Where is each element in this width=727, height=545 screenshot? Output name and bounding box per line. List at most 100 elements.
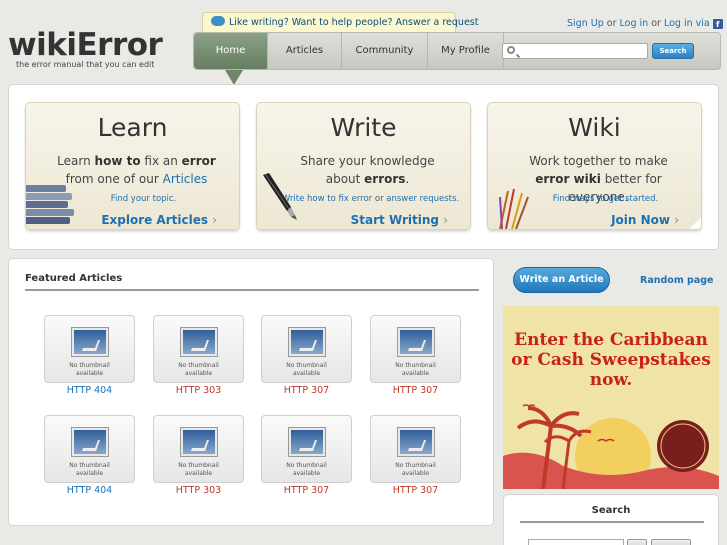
wiki-desc-bold: error wiki: [535, 172, 601, 186]
facebook-icon[interactable]: f: [712, 19, 723, 29]
start-writing-label[interactable]: Start Writing: [351, 213, 439, 227]
find-topic-link[interactable]: Find your topic.: [56, 194, 231, 204]
chevron-right-icon: ›: [674, 213, 679, 227]
join-now-link[interactable]: Join Now ›: [611, 213, 679, 227]
join-now-label[interactable]: Join Now: [611, 213, 670, 227]
divider: [520, 521, 704, 523]
articles-link[interactable]: Articles: [163, 172, 208, 186]
caption-line: No thumbnail: [178, 462, 219, 469]
ways-to-start-link[interactable]: Find ways to get started.: [518, 194, 693, 204]
learn-desc-bold: how to: [94, 154, 141, 168]
wiki-card[interactable]: Wiki Work together to make error wiki be…: [487, 102, 702, 230]
image-placeholder-icon: [181, 328, 217, 356]
fountain-pen-icon: [263, 173, 297, 220]
no-thumbnail-caption: No thumbnail available: [154, 462, 243, 478]
paint-brushes-icon: [499, 189, 529, 229]
tab-my-profile[interactable]: My Profile: [428, 33, 504, 69]
image-placeholder-icon: [72, 428, 108, 456]
write-card[interactable]: Write Share your knowledge about errors.…: [256, 102, 471, 230]
article-link[interactable]: HTTP 307: [370, 485, 461, 496]
write-desc-bold: errors: [364, 172, 406, 186]
no-thumbnail-caption: No thumbnail available: [262, 362, 351, 378]
article-thumbnail[interactable]: No thumbnail available: [153, 315, 244, 383]
explore-articles-link[interactable]: Explore Articles ›: [101, 213, 217, 227]
featured-articles-panel: Featured Articles No thumbnail available H…: [8, 258, 494, 526]
caption-line: No thumbnail: [178, 362, 219, 369]
image-placeholder-icon: [181, 428, 217, 456]
random-page-link[interactable]: Random page: [640, 275, 713, 286]
no-thumbnail-caption: No thumbnail available: [45, 362, 134, 378]
article-link[interactable]: HTTP 303: [153, 385, 244, 396]
article-link[interactable]: HTTP 307: [261, 385, 352, 396]
article-thumbnail[interactable]: No thumbnail available: [370, 315, 461, 383]
learn-desc-text: Learn: [57, 154, 91, 168]
user-links: Sign Up or Log in or Log in via f: [567, 18, 723, 29]
featured-articles-title: Featured Articles: [25, 273, 123, 284]
caption-line: available: [184, 470, 213, 477]
search-input[interactable]: [502, 43, 648, 59]
chevron-right-icon: ›: [443, 213, 448, 227]
chevron-right-icon: ›: [212, 213, 217, 227]
write-article-button[interactable]: Write an Article: [513, 267, 610, 293]
caption-line: available: [184, 370, 213, 377]
books-icon: [26, 185, 78, 229]
learn-card[interactable]: Learn Learn how to fix an error from one…: [25, 102, 240, 230]
learn-title: Learn: [97, 113, 168, 142]
article-link[interactable]: HTTP 303: [153, 485, 244, 496]
article-thumbnail[interactable]: No thumbnail available: [370, 415, 461, 483]
caption-line: available: [401, 370, 430, 377]
sidebar-go-button[interactable]: [627, 539, 647, 545]
image-placeholder-icon: [289, 328, 325, 356]
signup-link[interactable]: Sign Up: [567, 18, 604, 29]
article-thumbnail[interactable]: No thumbnail available: [261, 315, 352, 383]
sidebar-search-input[interactable]: [528, 539, 624, 545]
write-description: Share your knowledge about errors.: [275, 152, 460, 188]
site-logo[interactable]: wikiError: [8, 28, 163, 62]
tropical-scene-icon: [503, 404, 719, 489]
caption-line: No thumbnail: [395, 362, 436, 369]
article-thumbnail[interactable]: No thumbnail available: [44, 415, 135, 483]
caption-line: No thumbnail: [69, 362, 110, 369]
answer-requests-link[interactable]: answer requests.: [386, 194, 459, 204]
start-writing-link[interactable]: Start Writing ›: [351, 213, 448, 227]
caption-line: No thumbnail: [286, 462, 327, 469]
article-link[interactable]: HTTP 307: [261, 485, 352, 496]
image-placeholder-icon: [398, 328, 434, 356]
ad-headline[interactable]: Enter the Caribbean or Cash Sweepstakes …: [503, 330, 719, 390]
sidebar-search-panel: Search: [503, 494, 719, 545]
promo-text[interactable]: Like writing? Want to help people? Answe…: [229, 17, 478, 28]
page-curl: [689, 217, 701, 229]
wiki-desc-text: Work together to make: [529, 154, 668, 168]
nav-pointer-arrow: [225, 70, 243, 85]
image-placeholder-icon: [398, 428, 434, 456]
article-thumbnail[interactable]: No thumbnail available: [153, 415, 244, 483]
chat-bubble-icon: [211, 16, 225, 26]
article-thumbnail[interactable]: No thumbnail available: [44, 315, 135, 383]
sidebar-search-button[interactable]: [651, 539, 691, 545]
promo-banner[interactable]: Like writing? Want to help people? Answe…: [202, 12, 478, 32]
article-link[interactable]: HTTP 404: [44, 485, 135, 496]
explore-articles-label[interactable]: Explore Articles: [101, 213, 208, 227]
caption-line: No thumbnail: [69, 462, 110, 469]
article-link[interactable]: HTTP 307: [370, 385, 461, 396]
learn-desc-text: fix an: [144, 154, 178, 168]
image-placeholder-icon: [72, 328, 108, 356]
or-text: or: [606, 18, 617, 29]
article-link[interactable]: HTTP 404: [44, 385, 135, 396]
ad-line: Enter the Caribbean: [514, 330, 708, 350]
login-via-link[interactable]: Log in via: [664, 18, 710, 29]
caption-line: available: [292, 370, 321, 377]
tab-home[interactable]: Home: [194, 33, 268, 69]
sweepstakes-ad[interactable]: Enter the Caribbean or Cash Sweepstakes …: [503, 306, 719, 489]
caption-line: available: [75, 370, 104, 377]
tab-community[interactable]: Community: [342, 33, 428, 69]
hero-panel: Learn Learn how to fix an error from one…: [8, 84, 719, 250]
write-title: Write: [330, 113, 397, 142]
search-button[interactable]: Search: [652, 43, 694, 59]
tab-articles[interactable]: Articles: [268, 33, 342, 69]
write-small-links: Write how to fix error or answer request…: [279, 194, 462, 204]
login-link[interactable]: Log in: [620, 18, 649, 29]
or-text: or: [651, 18, 661, 29]
article-thumbnail[interactable]: No thumbnail available: [261, 415, 352, 483]
learn-description: Learn how to fix an error from one of ou…: [44, 152, 229, 188]
